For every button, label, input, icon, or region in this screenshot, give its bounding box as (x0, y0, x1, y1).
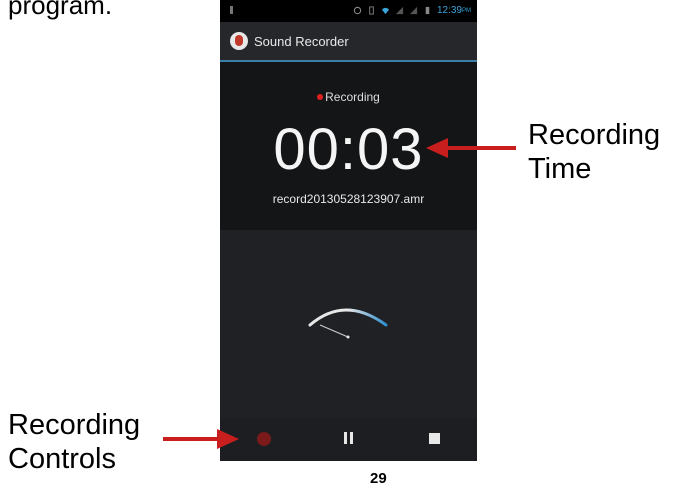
record-icon[interactable] (257, 432, 271, 446)
phone-screen: 12:39 PM Sound Recorder Recording 00:03 r… (220, 0, 477, 461)
pause-icon[interactable] (344, 432, 354, 444)
annotation-recording-time: Recording Time (528, 119, 661, 185)
annotation-recording-controls: Recording Controls (8, 409, 141, 475)
signal-icon (409, 6, 418, 15)
battery-icon (425, 6, 430, 15)
action-bar: Sound Recorder (220, 22, 477, 62)
arrow-icon (426, 138, 516, 158)
document-text: program. (8, 0, 113, 20)
recording-status: Recording (220, 90, 477, 104)
signal-icon (395, 6, 404, 15)
recording-controls (220, 418, 477, 461)
app-title: Sound Recorder (254, 34, 349, 49)
stop-icon[interactable] (429, 433, 440, 444)
recording-status-label: Recording (325, 90, 380, 104)
arrow-icon (163, 429, 239, 449)
debug-icon (230, 6, 233, 14)
status-time: 12:39 (436, 5, 462, 16)
vibrate-icon (369, 6, 374, 15)
level-meter-icon (308, 308, 388, 339)
page-number: 29 (370, 470, 387, 487)
recording-filename: record20130528123907.amr (272, 192, 425, 206)
status-ampm: PM (462, 7, 471, 14)
wifi-icon (381, 7, 390, 15)
recording-dot-icon (317, 93, 324, 100)
microphone-icon[interactable] (230, 32, 248, 50)
sync-icon (353, 6, 362, 15)
status-bar: 12:39 PM (220, 0, 477, 22)
